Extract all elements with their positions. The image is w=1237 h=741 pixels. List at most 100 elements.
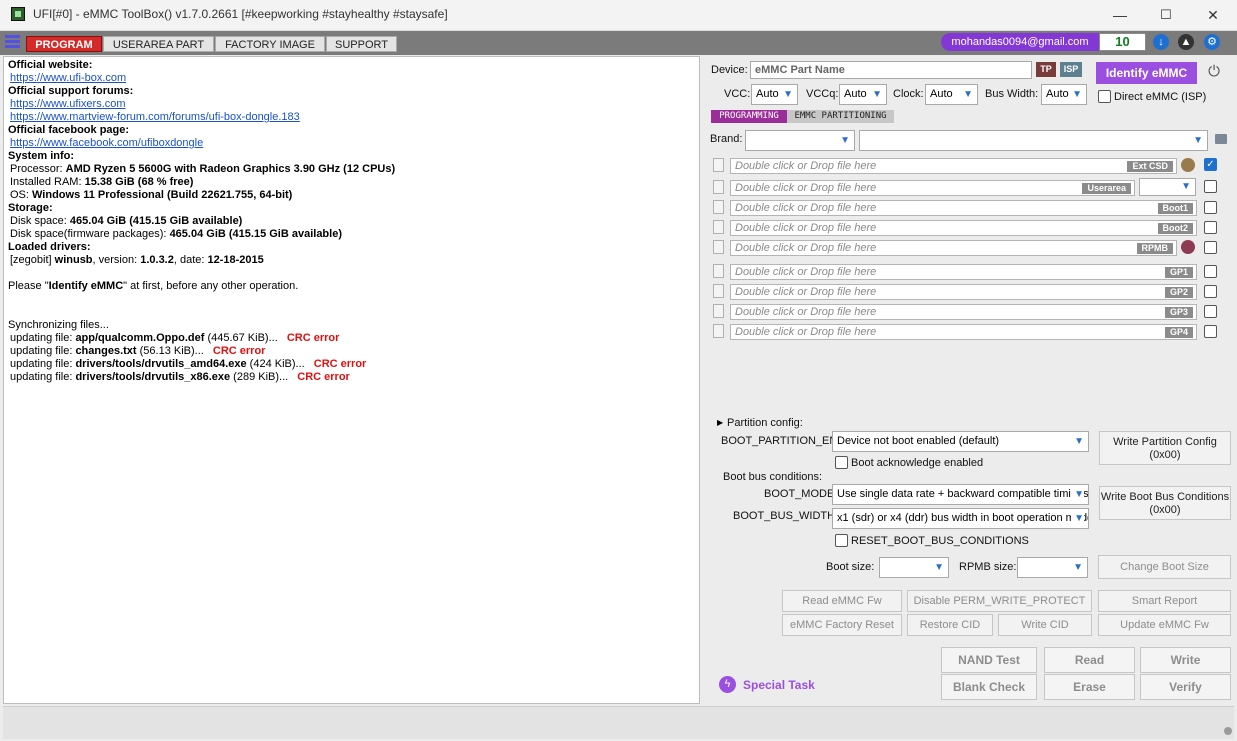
change-boot-size-button[interactable]: Change Boot Size	[1098, 555, 1231, 579]
boot2-checkbox[interactable]	[1204, 221, 1217, 234]
write-button[interactable]: Write	[1140, 647, 1231, 673]
lightning-icon[interactable]: ϟ	[719, 676, 736, 693]
subtab-programming[interactable]: PROGRAMMING	[711, 110, 787, 123]
identify-emmc-button[interactable]: Identify eMMC	[1096, 62, 1197, 84]
tab-factory-image[interactable]: FACTORY IMAGE	[215, 36, 325, 52]
boot-partition-select[interactable]: Device not boot enabled (default) ▼	[832, 431, 1089, 452]
clock-select[interactable]: Auto ▼	[925, 84, 978, 105]
write-cid-button[interactable]: Write CID	[998, 614, 1092, 636]
tab-userarea-part[interactable]: USERAREA PART	[103, 36, 214, 52]
clock-label: Clock:	[893, 88, 924, 100]
subtab-emmc-partitioning[interactable]: EMMC PARTITIONING	[787, 110, 894, 123]
brand-select[interactable]: ▼	[745, 130, 855, 151]
vcc-label: VCC:	[724, 88, 751, 100]
smart-report-button[interactable]: Smart Report	[1098, 590, 1231, 612]
ext-csd-file-input[interactable]: Double click or Drop file here Ext CSD	[730, 158, 1177, 174]
vcc-select[interactable]: Auto ▼	[751, 84, 798, 105]
bus-width-select[interactable]: Auto ▼	[1041, 84, 1087, 105]
disable-perm-write-protect-button[interactable]: Disable PERM_WRITE_PROTECT	[907, 590, 1092, 612]
gp4-checkbox[interactable]	[1204, 325, 1217, 338]
gp3-checkbox[interactable]	[1204, 305, 1217, 318]
boot2-file-input[interactable]: Double click or Drop file here Boot2	[730, 220, 1197, 236]
write-boot-bus-button[interactable]: Write Boot Bus Conditions (0x00)	[1099, 486, 1231, 520]
gp3-file-input[interactable]: Double click or Drop file here GP3	[730, 304, 1197, 320]
boot1-checkbox[interactable]	[1204, 201, 1217, 214]
disk-fw-key: Disk space(firmware packages):	[10, 228, 170, 240]
key-icon[interactable]	[1181, 240, 1195, 254]
gp1-checkbox[interactable]	[1204, 265, 1217, 278]
gp1-file-input[interactable]: Double click or Drop file here GP1	[730, 264, 1197, 280]
rpmb-size-select[interactable]: ▼	[1017, 557, 1088, 578]
rpmb-file-input[interactable]: Double click or Drop file here RPMB	[730, 240, 1177, 256]
support-forum-link-2[interactable]: https://www.martview-forum.com/forums/uf…	[8, 111, 300, 123]
part-name-field[interactable]: eMMC Part Name	[750, 61, 1032, 79]
gear-icon[interactable]: ⚙	[1204, 34, 1220, 50]
userarea-file-input[interactable]: Double click or Drop file here Userarea	[730, 180, 1135, 196]
log-storage-label: Storage:	[8, 202, 53, 214]
identify-suffix: " at first, before any other operation.	[123, 280, 299, 292]
write-partition-config-button[interactable]: Write Partition Config (0x00)	[1099, 431, 1231, 465]
model-select[interactable]: ▼	[859, 130, 1208, 151]
emmc-factory-reset-button[interactable]: eMMC Factory Reset	[782, 614, 902, 636]
restore-cid-button[interactable]: Restore CID	[907, 614, 993, 636]
gp4-file-input[interactable]: Double click or Drop file here GP4	[730, 324, 1197, 340]
facebook-link[interactable]: https://www.facebook.com/ufiboxdongle	[8, 137, 203, 149]
support-forum-link-1[interactable]: https://www.ufixers.com	[8, 98, 126, 110]
official-website-link[interactable]: https://www.ufi-box.com	[8, 72, 126, 84]
credits-counter: 10	[1099, 33, 1146, 51]
ext-csd-checkbox[interactable]: ✓	[1204, 158, 1217, 171]
disk-fw-value: 465.04 GiB (415.15 GiB available)	[169, 228, 342, 240]
app-icon	[11, 7, 25, 21]
boot-ack-checkbox[interactable]	[835, 456, 848, 469]
cog-icon[interactable]	[1181, 158, 1195, 172]
vccq-select[interactable]: Auto ▼	[839, 84, 887, 105]
write-partition-value: (0x00)	[1149, 449, 1181, 461]
processor-key: Processor:	[10, 163, 66, 175]
driver-version-key: , version:	[92, 254, 141, 266]
tab-program[interactable]: PROGRAM	[26, 36, 102, 52]
direct-emmc-checkbox[interactable]	[1098, 90, 1111, 103]
download-icon[interactable]: ↓	[1153, 34, 1169, 50]
erase-button[interactable]: Erase	[1044, 674, 1135, 700]
gp2-file-input[interactable]: Double click or Drop file here GP2	[730, 284, 1197, 300]
userarea-checkbox[interactable]	[1204, 180, 1217, 193]
boot1-file-input[interactable]: Double click or Drop file here Boot1	[730, 200, 1197, 216]
boot-mode-select[interactable]: Use single data rate + backward compatib…	[832, 484, 1089, 505]
minimize-button[interactable]: —	[1097, 0, 1143, 30]
file-placeholder: Double click or Drop file here	[735, 222, 877, 234]
close-button[interactable]: ✕	[1190, 0, 1236, 30]
boot-size-select[interactable]: ▼	[879, 557, 949, 578]
folder-icon[interactable]	[1215, 134, 1227, 144]
log-support-forums-label: Official support forums:	[8, 85, 134, 97]
nand-test-button[interactable]: NAND Test	[941, 647, 1037, 673]
read-emmc-fw-button[interactable]: Read eMMC Fw	[782, 590, 902, 612]
verify-button[interactable]: Verify	[1140, 674, 1231, 700]
isp-badge[interactable]: ISP	[1060, 62, 1082, 77]
read-button[interactable]: Read	[1044, 647, 1135, 673]
power-icon[interactable]: ⏻	[1206, 64, 1222, 80]
userarea-select[interactable]: ▼	[1139, 178, 1196, 196]
update-emmc-fw-button[interactable]: Update eMMC Fw	[1098, 614, 1231, 636]
rocket-icon[interactable]: ▲	[1178, 34, 1194, 50]
rpmb-checkbox[interactable]	[1204, 241, 1217, 254]
special-task-link[interactable]: Special Task	[743, 678, 815, 692]
tab-support[interactable]: SUPPORT	[326, 36, 397, 52]
log-official-website-label: Official website:	[8, 59, 93, 71]
ram-value: 15.38 GiB (68 % free)	[84, 176, 194, 188]
file-placeholder: Double click or Drop file here	[735, 182, 877, 194]
file-tag: Userarea	[1082, 183, 1131, 194]
hamburger-menu-icon[interactable]	[5, 35, 20, 50]
boot-bus-width-select[interactable]: x1 (sdr) or x4 (ddr) bus width in boot o…	[832, 508, 1089, 529]
maximize-button[interactable]: ☐	[1143, 0, 1189, 30]
tp-badge[interactable]: TP	[1036, 62, 1056, 77]
expand-arrow-icon[interactable]: ▶	[717, 418, 723, 427]
gp2-checkbox[interactable]	[1204, 285, 1217, 298]
write-partition-label: Write Partition Config	[1113, 436, 1217, 448]
reset-boot-bus-checkbox[interactable]	[835, 534, 848, 547]
blank-check-button[interactable]: Blank Check	[941, 674, 1037, 700]
update-prefix: updating file:	[10, 345, 76, 357]
update-status: CRC error	[313, 358, 367, 370]
file-icon	[713, 324, 724, 338]
vccq-label: VCCq:	[806, 88, 839, 100]
file-tag: GP2	[1164, 287, 1193, 298]
